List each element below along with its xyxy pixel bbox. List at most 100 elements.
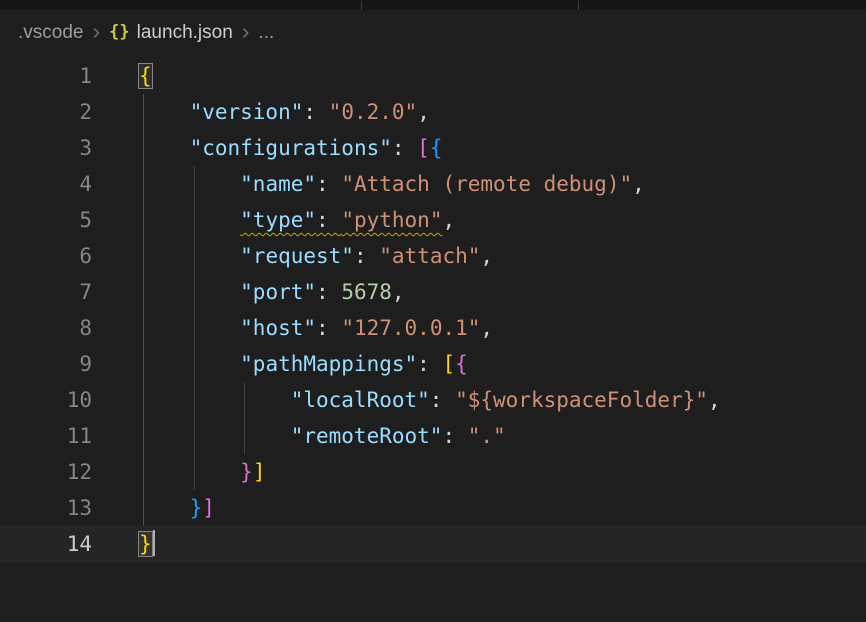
breadcrumb-item-symbol[interactable]: ... <box>258 22 274 44</box>
json-file-icon: {} <box>109 22 129 42</box>
code-line[interactable]: 14} <box>0 526 866 562</box>
breadcrumb: .vscode › {} launch.json › ... <box>0 10 866 56</box>
indent-guide <box>244 382 245 418</box>
code-line[interactable]: 8 "host": "127.0.0.1", <box>0 310 866 346</box>
line-content: }] <box>139 454 866 490</box>
code-line[interactable]: 10 "localRoot": "${workspaceFolder}", <box>0 382 866 418</box>
line-content: "name": "Attach (remote debug)", <box>139 166 866 202</box>
indent-guide <box>143 166 144 202</box>
line-number[interactable]: 1 <box>0 58 92 94</box>
line-content: "request": "attach", <box>139 238 866 274</box>
token-punct: , <box>480 244 493 268</box>
token-ws <box>139 136 190 160</box>
indent-guide <box>194 418 195 454</box>
token-punct: , <box>392 280 405 304</box>
code-line[interactable]: 6 "request": "attach", <box>0 238 866 274</box>
indent-guide <box>194 166 195 202</box>
line-number[interactable]: 10 <box>0 382 92 418</box>
line-number[interactable]: 13 <box>0 490 92 526</box>
token-ws <box>139 352 240 376</box>
code-line[interactable]: 13 }] <box>0 490 866 526</box>
token-string: "${workspaceFolder}" <box>455 388 708 412</box>
line-content: "version": "0.2.0", <box>139 94 866 130</box>
token-key: "name" <box>240 172 316 196</box>
indent-guide <box>143 382 144 418</box>
code-line[interactable]: 1{ <box>0 58 866 94</box>
line-number[interactable]: 4 <box>0 166 92 202</box>
tab-bar <box>0 0 866 10</box>
token-ws <box>139 388 291 412</box>
breadcrumb-item-folder[interactable]: .vscode <box>18 22 83 44</box>
indent-guide <box>143 418 144 454</box>
code-line[interactable]: 11 "remoteRoot": "." <box>0 418 866 454</box>
line-number[interactable]: 3 <box>0 130 92 166</box>
token-key: "localRoot" <box>291 388 430 412</box>
token-key: "pathMappings" <box>240 352 417 376</box>
token-ws <box>139 424 291 448</box>
indent-guide <box>143 346 144 382</box>
text-cursor <box>153 530 155 556</box>
line-number[interactable]: 7 <box>0 274 92 310</box>
token-b2: ] <box>202 496 215 520</box>
line-content: "type": "python", <box>139 202 866 238</box>
token-string: "Attach (remote debug)" <box>341 172 632 196</box>
token-punct: : <box>316 316 341 340</box>
line-number[interactable]: 6 <box>0 238 92 274</box>
token-b2: } <box>240 460 253 484</box>
token-punct: , <box>632 172 645 196</box>
token-key: "remoteRoot" <box>291 424 443 448</box>
token-punct: : <box>442 424 467 448</box>
indent-guide <box>194 238 195 274</box>
line-number[interactable]: 9 <box>0 346 92 382</box>
code-line[interactable]: 4 "name": "Attach (remote debug)", <box>0 166 866 202</box>
line-number[interactable]: 14 <box>0 526 92 562</box>
indent-guide <box>143 454 144 490</box>
line-number[interactable]: 11 <box>0 418 92 454</box>
token-string: "127.0.0.1" <box>341 316 480 340</box>
line-content: { <box>139 58 866 94</box>
token-punct: : <box>316 172 341 196</box>
breadcrumb-item-file[interactable]: {} launch.json <box>109 22 233 44</box>
line-content: "configurations": [{ <box>139 130 866 166</box>
token-b1: { <box>139 64 152 88</box>
line-number[interactable]: 8 <box>0 310 92 346</box>
token-punct: : <box>303 100 328 124</box>
token-punct: : <box>430 388 455 412</box>
indent-guide <box>194 382 195 418</box>
indent-guide <box>194 202 195 238</box>
chevron-right-icon: › <box>242 20 250 43</box>
token-key: "configurations" <box>190 136 392 160</box>
token-key: "host" <box>240 316 316 340</box>
indent-guide <box>143 490 144 526</box>
code-line[interactable]: 3 "configurations": [{ <box>0 130 866 166</box>
token-punct: , <box>442 208 455 232</box>
indent-guide <box>194 274 195 310</box>
code-line[interactable]: 12 }] <box>0 454 866 490</box>
code-line[interactable]: 9 "pathMappings": [{ <box>0 346 866 382</box>
code-line[interactable]: 7 "port": 5678, <box>0 274 866 310</box>
token-punct: : <box>392 136 417 160</box>
line-number[interactable]: 5 <box>0 202 92 238</box>
token-ws <box>139 280 240 304</box>
token-key: "port" <box>240 280 316 304</box>
line-number[interactable]: 2 <box>0 94 92 130</box>
token-b1: } <box>139 532 152 556</box>
line-content: "port": 5678, <box>139 274 866 310</box>
code-line[interactable]: 5 "type": "python", <box>0 202 866 238</box>
indent-guide <box>143 238 144 274</box>
breadcrumb-file-label: launch.json <box>137 22 233 44</box>
indent-guide <box>143 274 144 310</box>
token-punct: : <box>316 280 341 304</box>
code-area: 1{2 "version": "0.2.0",3 "configurations… <box>0 56 866 562</box>
tab-separator <box>361 1 362 10</box>
line-content: "localRoot": "${workspaceFolder}", <box>139 382 866 418</box>
vscode-editor-window: .vscode › {} launch.json › ... 1{2 "vers… <box>0 0 866 622</box>
line-content: } <box>139 526 866 562</box>
token-punct: , <box>417 100 430 124</box>
token-ws <box>139 460 240 484</box>
token-ws <box>139 316 240 340</box>
code-line[interactable]: 2 "version": "0.2.0", <box>0 94 866 130</box>
line-number[interactable]: 12 <box>0 454 92 490</box>
token-ws <box>139 100 190 124</box>
indent-guide <box>244 418 245 454</box>
